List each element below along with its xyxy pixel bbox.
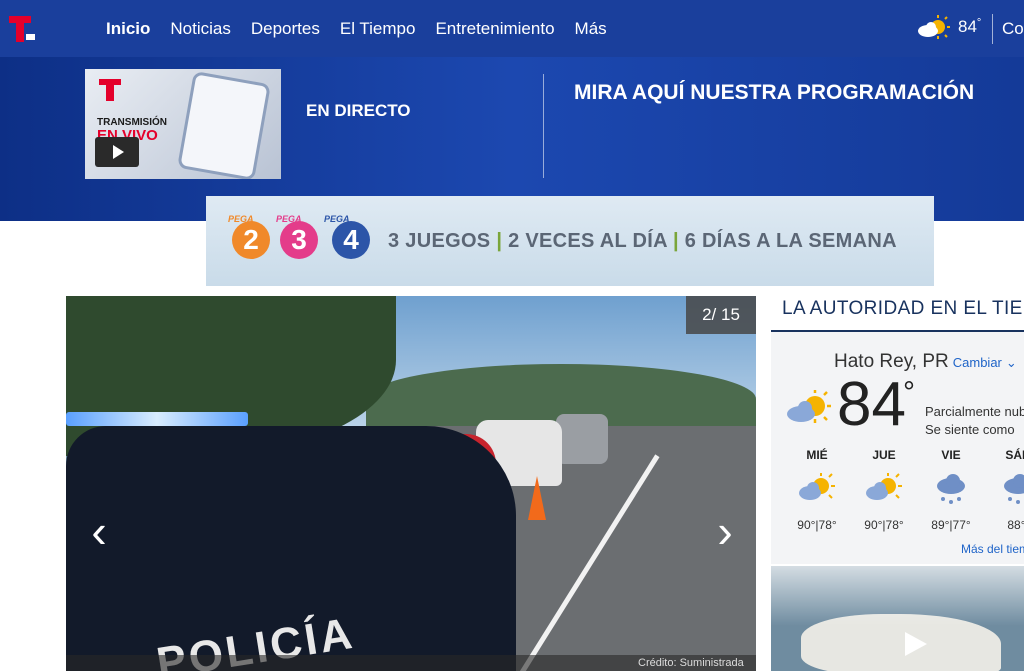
lottery-ball-2: 2 — [232, 221, 270, 259]
photo-police-lightbar — [66, 412, 248, 426]
photo-slideshow[interactable]: POLICÍA 2/ 15 ‹ › Crédito: Suministrada — [66, 296, 756, 671]
photo-credit: Crédito: Suministrada — [638, 657, 744, 669]
play-icon[interactable] — [905, 632, 927, 656]
nav-menu: Inicio Noticias Deportes El Tiempo Entre… — [106, 0, 627, 57]
forecast-range: 88°| — [1007, 518, 1024, 532]
partly-sunny-icon — [918, 15, 950, 39]
nav-item-inicio[interactable]: Inicio — [106, 19, 150, 39]
nav-item-entretenimiento[interactable]: Entretenimiento — [435, 19, 554, 39]
nav-divider — [992, 14, 993, 44]
weather-section-title[interactable]: LA AUTORIDAD EN EL TIEMPO — [782, 298, 1024, 320]
weather-card: Hato Rey, PR Cambiar ⌄ 84 ° Parcialmente n… — [771, 332, 1024, 564]
rain-icon — [937, 474, 965, 504]
nav-weather-widget[interactable]: 84° — [916, 14, 981, 40]
weather-description: Parcialmente nublado — [925, 404, 1024, 419]
nav-item-el-tiempo[interactable]: El Tiempo — [340, 19, 416, 39]
forecast-day: JUE — [872, 448, 896, 462]
telemundo-logo-icon — [99, 79, 121, 101]
forecast-range: 89°|77° — [931, 518, 971, 532]
photo-car — [556, 414, 608, 464]
partly-sunny-icon — [866, 473, 902, 500]
forecast-range: 90°|78° — [797, 518, 837, 532]
nav-item-noticias[interactable]: Noticias — [170, 19, 230, 39]
programming-link[interactable]: MIRA AQUÍ NUESTRA PROGRAMACIÓN — [574, 81, 974, 105]
current-temperature: 84 — [837, 370, 906, 439]
live-label[interactable]: EN DIRECTO — [306, 101, 411, 121]
chevron-down-icon[interactable]: ⌄ — [1006, 355, 1017, 370]
phone-illustration-icon — [177, 70, 271, 179]
temperature-degree: ° — [903, 376, 915, 409]
photo-credit-bar: Crédito: Suministrada — [66, 655, 756, 671]
nav-overflow-label[interactable]: Co — [1002, 19, 1024, 39]
nav-item-mas[interactable]: Más — [575, 19, 607, 39]
hero-divider — [543, 74, 544, 178]
partly-sunny-icon — [787, 390, 831, 423]
weather-map-video[interactable] — [771, 566, 1024, 671]
rain-icon — [1004, 474, 1024, 504]
lottery-ad-banner[interactable]: PEGA 2 PEGA 3 PEGA 4 3 JUEGOS | 2 VECES … — [206, 196, 934, 286]
forecast-day: SÁB — [1005, 448, 1024, 462]
feels-like: Se siente como — [925, 422, 1015, 437]
lottery-ball-4: 4 — [332, 221, 370, 259]
change-location-link[interactable]: Cambiar — [953, 355, 1002, 370]
partly-sunny-icon — [799, 473, 835, 500]
nav-temperature: 84° — [958, 17, 982, 36]
nav-item-deportes[interactable]: Deportes — [251, 19, 320, 39]
next-slide-button[interactable]: › — [710, 506, 740, 556]
forecast-range: 90°|78° — [864, 518, 904, 532]
top-nav-bar: Inicio Noticias Deportes El Tiempo Entre… — [0, 0, 1024, 57]
weather-widget: LA AUTORIDAD EN EL TIEMPO Hato Rey, PRCa… — [771, 296, 1024, 564]
lottery-ball-3: 3 — [280, 221, 318, 259]
more-weather-link[interactable]: Más del tiempo — [961, 542, 1024, 556]
telemundo-logo-icon[interactable] — [6, 14, 36, 44]
forecast-day: MIÉ — [806, 448, 828, 462]
live-stream-thumbnail[interactable]: TRANSMISIÓN EN VIVO — [85, 69, 281, 179]
slide-counter: 2/ 15 — [686, 296, 756, 334]
ad-tagline: 3 JUEGOS | 2 VECES AL DÍA | 6 DÍAS A LA … — [388, 230, 897, 252]
play-icon[interactable] — [95, 137, 139, 167]
map-clouds — [771, 566, 1024, 626]
forecast-day: VIE — [941, 448, 961, 462]
previous-slide-button[interactable]: ‹ — [84, 506, 114, 556]
